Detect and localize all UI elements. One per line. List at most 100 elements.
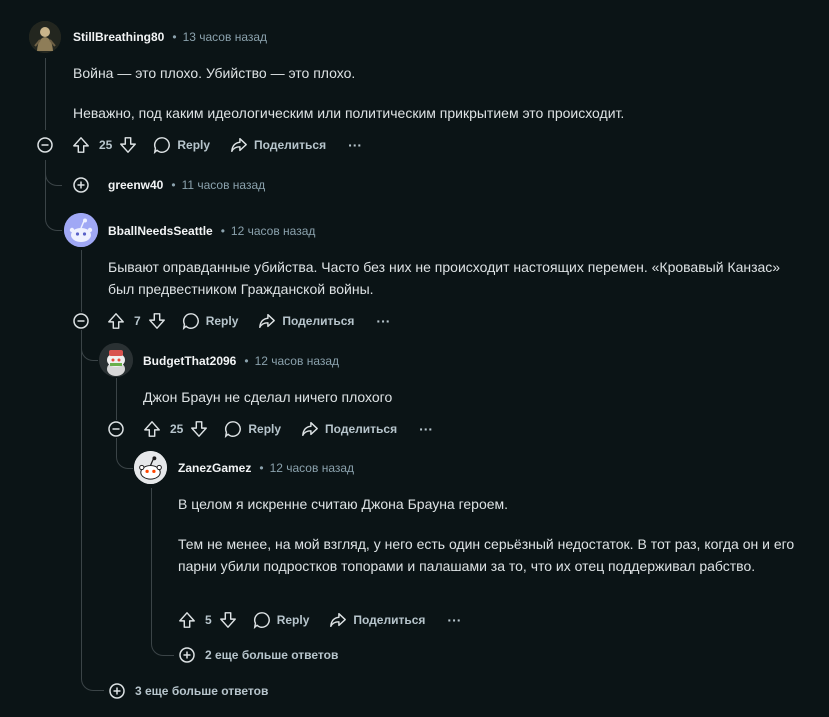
thread-line-bball xyxy=(81,250,82,312)
snoo-avatar-icon xyxy=(64,213,98,247)
comment-actions: 7 Reply Поделиться ··· xyxy=(107,309,390,333)
comment-paragraph: Неважно, под каким идеологическим или по… xyxy=(73,105,625,121)
comment-body: Джон Браун не сделал ничего плохого xyxy=(143,386,803,408)
comment-bubble-icon xyxy=(154,137,171,154)
separator-dot: • xyxy=(259,461,264,475)
avatar[interactable] xyxy=(99,343,133,377)
avatar[interactable] xyxy=(29,21,61,53)
reply-button[interactable]: Reply xyxy=(153,136,210,154)
share-icon xyxy=(330,612,347,628)
vote-count: 25 xyxy=(99,138,113,152)
collapse-icon[interactable] xyxy=(37,137,53,153)
expand-icon xyxy=(179,647,195,663)
reply-label: Reply xyxy=(276,613,310,627)
more-options-icon[interactable]: ··· xyxy=(348,137,362,153)
snoo-avatar-icon xyxy=(134,451,167,484)
comment-bubble-icon xyxy=(225,421,242,438)
share-label: Поделиться xyxy=(353,613,426,627)
comment-actions: 25 Reply Поделиться ··· xyxy=(72,133,362,157)
reply-label: Reply xyxy=(205,314,239,328)
username[interactable]: StillBreathing80 xyxy=(73,30,164,44)
thread-curve-bball xyxy=(45,160,62,231)
reply-label: Reply xyxy=(177,138,211,152)
more-options-icon[interactable]: ··· xyxy=(447,612,461,628)
thread-curve-outer-more xyxy=(81,660,104,691)
comment-meta: StillBreathing80 • 13 часов назад xyxy=(73,30,267,44)
thread-line-root xyxy=(45,58,46,130)
downvote-icon[interactable] xyxy=(219,611,237,629)
more-replies-label: 3 еще больше ответов xyxy=(135,684,269,698)
expand-icon xyxy=(109,683,125,699)
timestamp[interactable]: 13 часов назад xyxy=(183,30,267,44)
upvote-icon[interactable] xyxy=(178,611,196,629)
reply-button[interactable]: Reply xyxy=(182,312,239,330)
comment-bubble-icon xyxy=(253,612,270,629)
collapse-icon[interactable] xyxy=(108,421,124,437)
comment-meta: BballNeedsSeattle • 12 часов назад xyxy=(108,224,315,238)
downvote-icon[interactable] xyxy=(148,312,166,330)
share-icon xyxy=(302,421,318,437)
comment-paragraph: Война — это плохо. Убийство — это плохо. xyxy=(73,65,356,81)
more-replies-link[interactable]: 2 еще больше ответов xyxy=(179,647,338,663)
share-button[interactable]: Поделиться xyxy=(329,611,425,629)
timestamp[interactable]: 12 часов назад xyxy=(231,224,315,238)
share-label: Поделиться xyxy=(254,138,327,152)
more-options-icon[interactable]: ··· xyxy=(419,421,433,437)
share-button[interactable]: Поделиться xyxy=(258,312,354,330)
comment-meta: greenw40 • 11 часов назад xyxy=(108,178,265,192)
timestamp[interactable]: 11 часов назад xyxy=(182,178,266,192)
separator-dot: • xyxy=(172,30,177,44)
username[interactable]: BudgetThat2096 xyxy=(143,354,236,368)
reply-label: Reply xyxy=(248,422,282,436)
username[interactable]: BballNeedsSeattle xyxy=(108,224,213,238)
thread-line-zanez xyxy=(151,488,152,628)
separator-dot: • xyxy=(171,178,176,192)
vote-count: 25 xyxy=(170,422,184,436)
vote-count: 5 xyxy=(205,613,212,627)
thread-line-bball-children xyxy=(81,330,82,675)
comment-meta: BudgetThat2096 • 12 часов назад xyxy=(143,354,339,368)
comment-paragraph: В целом я искренне считаю Джона Брауна г… xyxy=(178,496,509,512)
reply-button[interactable]: Reply xyxy=(224,420,281,438)
share-button[interactable]: Поделиться xyxy=(230,136,326,154)
share-icon xyxy=(231,137,247,153)
snoo-avatar-icon xyxy=(99,343,133,377)
upvote-icon[interactable] xyxy=(143,420,161,438)
expand-icon[interactable] xyxy=(73,177,89,193)
timestamp[interactable]: 12 часов назад xyxy=(255,354,339,368)
upvote-icon[interactable] xyxy=(107,312,125,330)
thread-curve-zanez xyxy=(116,438,133,469)
collapse-icon[interactable] xyxy=(73,313,89,329)
thread-curve-inner-more xyxy=(151,628,174,656)
username[interactable]: greenw40 xyxy=(108,178,163,192)
comment-paragraph: Джон Браун не сделал ничего плохого xyxy=(143,389,393,405)
more-replies-link[interactable]: 3 еще больше ответов xyxy=(109,683,268,699)
thread-line-budget xyxy=(116,378,117,420)
thread-curve-budget xyxy=(81,330,98,361)
share-label: Поделиться xyxy=(325,422,398,436)
comment-actions: 5 Reply Поделиться ··· xyxy=(178,608,461,632)
separator-dot: • xyxy=(244,354,249,368)
share-button[interactable]: Поделиться xyxy=(301,420,397,438)
username[interactable]: ZanezGamez xyxy=(178,461,251,475)
avatar[interactable] xyxy=(134,451,167,484)
comment-paragraph: Тем не менее, на мой взгляд, у него есть… xyxy=(178,536,795,574)
comment-body: Война — это плохо. Убийство — это плохо.… xyxy=(73,62,813,124)
comment-paragraph: Бывают оправданные убийства. Часто без н… xyxy=(108,259,781,297)
downvote-icon[interactable] xyxy=(190,420,208,438)
timestamp[interactable]: 12 часов назад xyxy=(270,461,354,475)
vote-count: 7 xyxy=(134,314,141,328)
comment-body: В целом я искренне считаю Джона Брауна г… xyxy=(178,493,826,577)
avatar[interactable] xyxy=(64,213,98,247)
more-options-icon[interactable]: ··· xyxy=(376,313,390,329)
reply-button[interactable]: Reply xyxy=(253,611,310,629)
comment-actions: 25 Reply Поделиться ··· xyxy=(143,417,433,441)
upvote-icon[interactable] xyxy=(72,136,90,154)
comment-body: Бывают оправданные убийства. Часто без н… xyxy=(108,256,798,300)
share-icon xyxy=(259,313,276,329)
share-label: Поделиться xyxy=(282,314,355,328)
more-replies-label: 2 еще больше ответов xyxy=(205,648,339,662)
separator-dot: • xyxy=(220,224,225,238)
downvote-icon[interactable] xyxy=(119,136,137,154)
comment-meta: ZanezGamez • 12 часов назад xyxy=(178,461,354,475)
